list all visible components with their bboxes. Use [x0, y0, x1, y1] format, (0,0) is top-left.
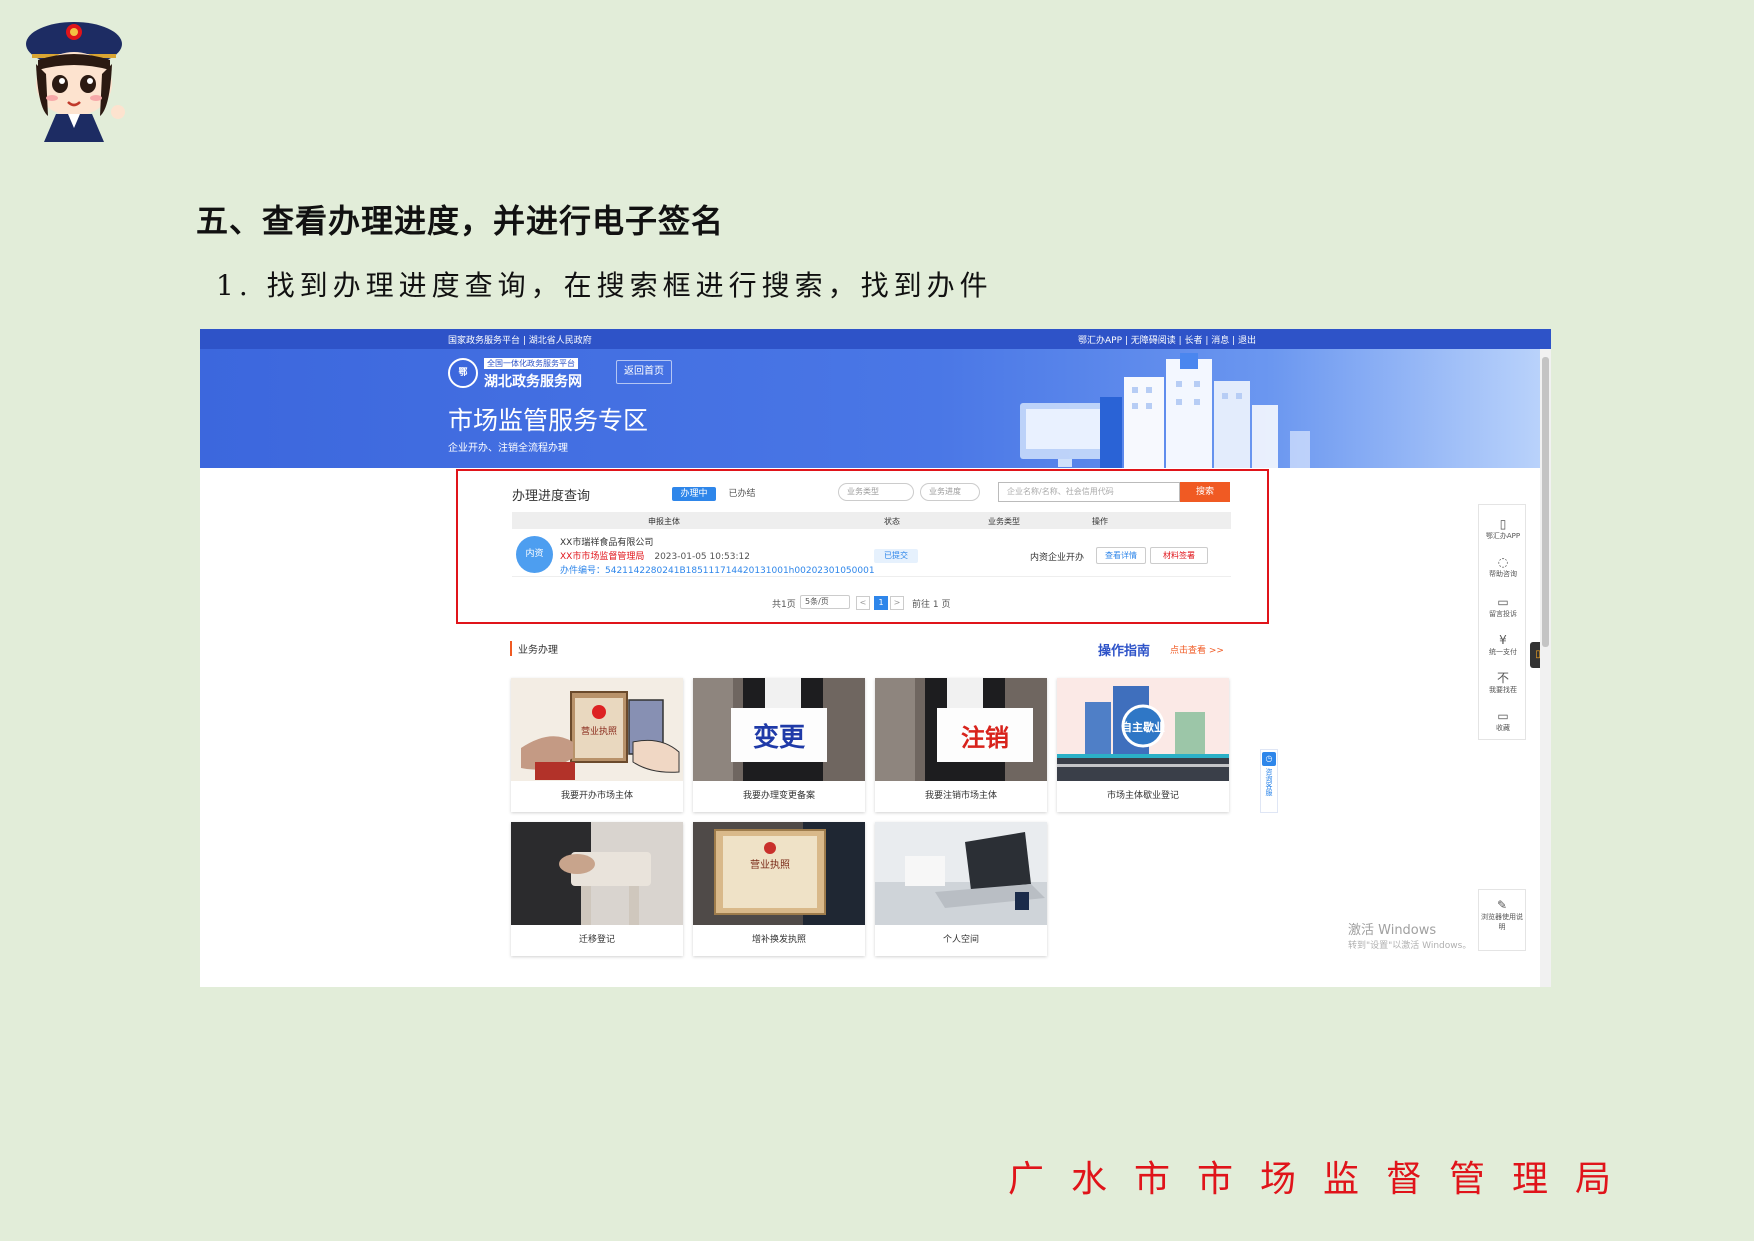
- suspension-illustration: 自主歇业: [1057, 678, 1229, 781]
- prev-page-button[interactable]: <: [856, 596, 870, 610]
- topbar-right-links[interactable]: 鄂汇办APP | 无障碍阅读 | 长者 | 消息 | 退出: [1078, 333, 1256, 346]
- view-details-button[interactable]: 查看详情: [1096, 547, 1146, 564]
- right-float-toolbar: ▯ 鄂汇办APP ◌ 帮助咨询 ▭ 留言投诉 ¥ 统一支付 不我要找茬 ▭ 收藏: [1478, 504, 1526, 740]
- message-icon: ▭: [1497, 595, 1509, 609]
- card-change-filing[interactable]: 变更 我要办理变更备案: [693, 678, 865, 812]
- float-item-help[interactable]: ◌ 帮助咨询: [1479, 555, 1527, 579]
- case-number: 办件编号：5421142280241B185111714420131001h00…: [560, 566, 875, 576]
- card-caption: 增补换发执照: [751, 935, 806, 945]
- card-caption: 我要注销市场主体: [924, 791, 997, 801]
- page-scrollbar[interactable]: [1540, 349, 1551, 987]
- card-word-change: 变更: [753, 722, 806, 753]
- city-buildings-illustration: [1020, 353, 1310, 468]
- status-badge: 已提交: [874, 549, 918, 563]
- float-item-favorite[interactable]: ▭ 收藏: [1479, 709, 1527, 733]
- license-reissue-photo: 营业执照: [693, 822, 865, 925]
- footer-organization: 广水市市场监督管理局: [1008, 1159, 1639, 1200]
- card-word-deregister: 注销: [961, 723, 1009, 752]
- deregister-sign-photo: 注销: [875, 678, 1047, 781]
- portal-topbar: 国家政务服务平台 | 湖北省人民政府 鄂汇办APP | 无障碍阅读 | 长者 |…: [200, 329, 1551, 349]
- search-input[interactable]: 企业名称/名称、社会信用代码: [998, 482, 1180, 502]
- guide-title: 操作指南: [1098, 644, 1151, 659]
- float-item-report[interactable]: 不我要找茬: [1479, 671, 1527, 695]
- back-home-button[interactable]: 返回首页: [616, 360, 672, 384]
- business-type-value: 内资企业开办: [1030, 553, 1085, 563]
- card-deregister[interactable]: 注销 我要注销市场主体: [875, 678, 1047, 812]
- header-business-type: 业务类型: [988, 517, 1020, 526]
- pagination: 共1页 5条/页 < 1 > 前往 1 页: [458, 595, 1271, 611]
- windows-activation-hint: 转到"设置"以激活 Windows。: [1348, 941, 1472, 951]
- authority-name: XX市市场监督管理局: [560, 552, 645, 562]
- card-word-suspension: 自主歇业: [1121, 720, 1165, 734]
- header-applicant: 申报主体: [648, 517, 680, 526]
- header-actions: 操作: [1092, 517, 1108, 526]
- card-word-license-1: 营业执照: [581, 725, 617, 737]
- leaf-icon: ✎: [1496, 898, 1508, 912]
- browser-guide-button[interactable]: ✎ 浏览器使用说明: [1478, 889, 1526, 951]
- service-icon: ◷: [1262, 752, 1276, 766]
- report-icon: 不: [1496, 671, 1509, 685]
- card-open-business[interactable]: 营业执照 我要开办市场主体: [511, 678, 683, 812]
- customer-service-button[interactable]: ◷ 咨询客服: [1260, 749, 1278, 813]
- authority-line: XX市市场监督管理局 2023-01-05 10:53:12: [560, 549, 750, 562]
- table-row[interactable]: 内资 XX市瑞祥食品有限公司 XX市市场监督管理局 2023-01-05 10:5…: [512, 529, 1231, 577]
- progress-query-title: 办理进度查询: [512, 489, 591, 504]
- sign-materials-button[interactable]: 材料签署: [1150, 547, 1208, 564]
- card-reissue-license[interactable]: 营业执照 增补换发执照: [693, 822, 865, 956]
- card-caption: 我要开办市场主体: [560, 791, 633, 801]
- business-section-title: 业务办理: [510, 641, 558, 656]
- portal-screenshot: 国家政务服务平台 | 湖北省人民政府 鄂汇办APP | 无障碍阅读 | 长者 |…: [200, 329, 1551, 987]
- card-caption: 迁移登记: [578, 935, 615, 945]
- page-size-select[interactable]: 5条/页: [800, 595, 850, 609]
- page-total: 共1页: [772, 600, 796, 610]
- next-page-button[interactable]: >: [890, 596, 904, 610]
- favorite-icon: ▭: [1497, 709, 1509, 723]
- business-type-select[interactable]: 业务类型: [838, 483, 914, 501]
- card-caption: 个人空间: [942, 935, 979, 945]
- relocation-photo: [511, 822, 683, 925]
- page-goto[interactable]: 前往 1 页: [912, 597, 950, 610]
- tab-completed[interactable]: 已办结: [720, 487, 764, 501]
- laptop-desk-photo: [875, 822, 1047, 925]
- avatar: 内资: [516, 536, 553, 573]
- portal-logo-subtitle: 全国一体化政务服务平台: [484, 358, 578, 369]
- card-suspension[interactable]: 自主歇业 市场主体歇业登记: [1057, 678, 1229, 812]
- headset-icon: ◌: [1497, 555, 1509, 569]
- card-caption: 我要办理变更备案: [742, 791, 815, 801]
- portal-logo-name: 湖北政务服务网: [484, 374, 582, 390]
- yuan-icon: ¥: [1499, 633, 1507, 647]
- card-personal-space[interactable]: 个人空间: [875, 822, 1047, 956]
- windows-activation-watermark: 激活 Windows: [1348, 923, 1437, 938]
- float-item-payment[interactable]: ¥ 统一支付: [1479, 633, 1527, 657]
- company-name: XX市瑞祥食品有限公司: [560, 538, 654, 548]
- hero-subtitle: 企业开办、注销全流程办理: [448, 443, 568, 454]
- section-title: 五、查看办理进度，并进行电子签名: [196, 202, 725, 240]
- search-button[interactable]: 搜索: [1180, 482, 1230, 502]
- tab-in-progress[interactable]: 办理中: [672, 487, 716, 501]
- guide-link[interactable]: 点击查看 >>: [1170, 643, 1224, 656]
- card-relocation[interactable]: 迁移登记: [511, 822, 683, 956]
- business-progress-select[interactable]: 业务进度: [920, 483, 980, 501]
- float-item-feedback[interactable]: ▭ 留言投诉: [1479, 595, 1527, 619]
- license-handover-illustration: 营业执照: [511, 678, 683, 781]
- float-item-app[interactable]: ▯ 鄂汇办APP: [1479, 517, 1527, 541]
- scrollbar-thumb[interactable]: [1542, 357, 1549, 647]
- phone-icon: ▯: [1499, 517, 1507, 531]
- progress-query-panel: 办理进度查询 办理中 已办结 业务类型 业务进度 企业名称/名称、社会信用代码 …: [456, 469, 1269, 624]
- portal-hero: 鄂 全国一体化政务服务平台 湖北政务服务网 返回首页 市场监管服务专区 企业开办…: [200, 349, 1540, 468]
- inspector-mascot-image: [26, 22, 125, 142]
- topbar-left-links[interactable]: 国家政务服务平台 | 湖北省人民政府: [448, 333, 592, 346]
- step-instruction: 1. 找到办理进度查询，在搜索框进行搜索，找到办件: [216, 269, 993, 302]
- current-page[interactable]: 1: [874, 596, 888, 610]
- table-header: 申报主体 状态 业务类型 操作: [512, 512, 1231, 529]
- portal-logo-icon: 鄂: [448, 358, 478, 388]
- header-status: 状态: [884, 517, 900, 526]
- change-sign-photo: 变更: [693, 678, 865, 781]
- hero-title: 市场监管服务专区: [448, 406, 649, 435]
- submit-datetime: 2023-01-05 10:53:12: [654, 552, 750, 562]
- card-caption: 市场主体歇业登记: [1106, 791, 1179, 801]
- card-word-license-2: 营业执照: [750, 858, 790, 871]
